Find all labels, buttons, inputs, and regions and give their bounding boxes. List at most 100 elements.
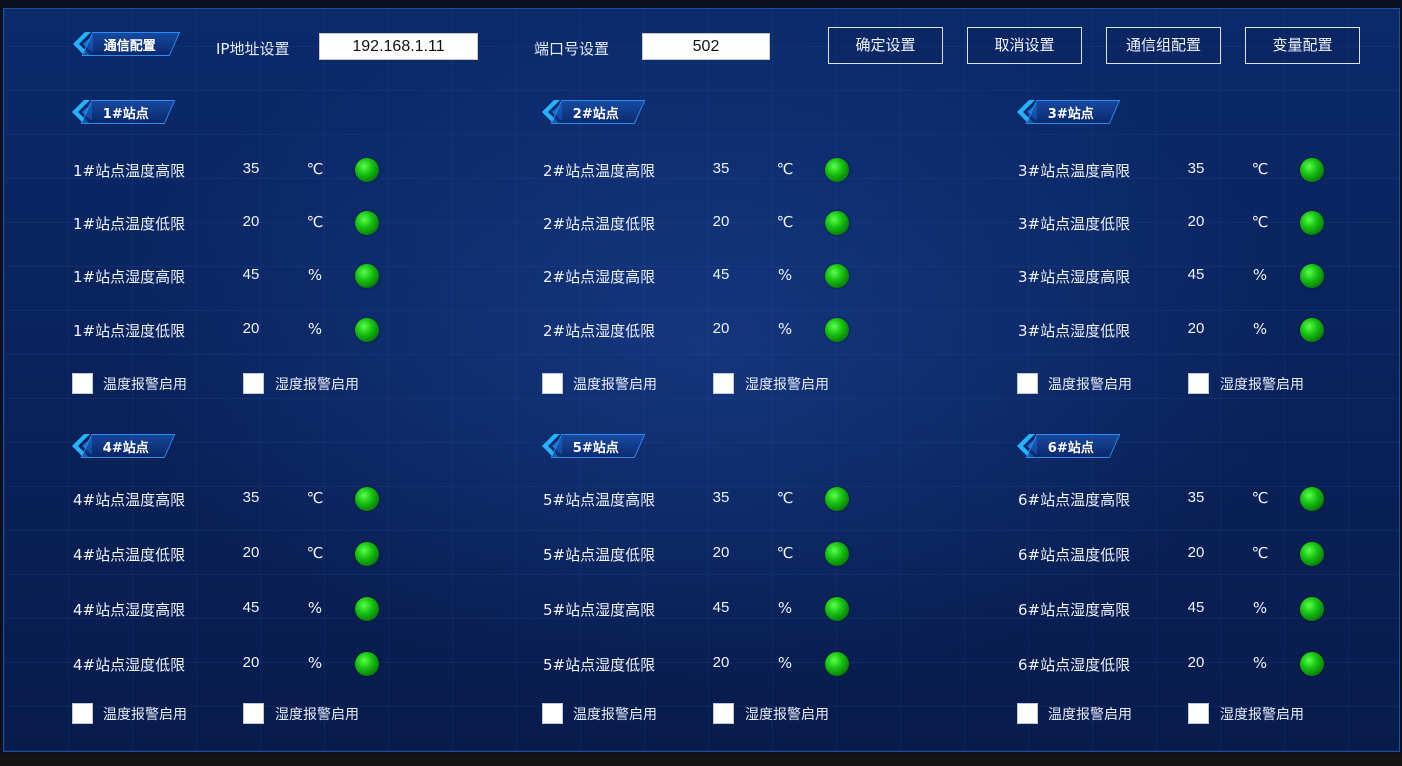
status-indicator-icon (825, 542, 849, 566)
setting-name: 5#站点温度低限 (543, 546, 656, 564)
humidity-alarm-checkbox[interactable] (713, 703, 734, 724)
status-indicator-icon (825, 597, 849, 621)
humidity-alarm-label: 湿度报警启用 (275, 377, 359, 393)
temp-alarm-checkbox[interactable] (542, 703, 563, 724)
humidity-alarm-label: 湿度报警启用 (1220, 707, 1304, 723)
setting-value[interactable]: 35 (1181, 489, 1211, 506)
setting-name: 1#站点温度低限 (73, 215, 186, 233)
status-indicator-icon (1300, 158, 1324, 182)
setting-unit: % (777, 320, 793, 338)
humidity-alarm-checkbox[interactable] (713, 373, 734, 394)
temp-alarm-checkbox[interactable] (72, 373, 93, 394)
humidity-alarm-label: 湿度报警启用 (745, 377, 829, 393)
status-indicator-icon (825, 487, 849, 511)
setting-value[interactable]: 20 (1181, 320, 1211, 337)
setting-value[interactable]: 45 (706, 266, 736, 283)
setting-value[interactable]: 45 (706, 599, 736, 616)
setting-value[interactable]: 20 (236, 320, 266, 337)
temp-alarm-label: 温度报警启用 (573, 707, 657, 723)
setting-unit: ℃ (1251, 213, 1269, 231)
status-indicator-icon (355, 158, 379, 182)
setting-value[interactable]: 35 (236, 160, 266, 177)
setting-value[interactable]: 35 (1181, 160, 1211, 177)
status-indicator-icon (825, 211, 849, 235)
temp-alarm-checkbox[interactable] (542, 373, 563, 394)
status-indicator-icon (355, 542, 379, 566)
humidity-alarm-checkbox[interactable] (243, 703, 264, 724)
setting-unit: % (307, 654, 323, 672)
setting-name: 6#站点湿度高限 (1018, 601, 1131, 619)
humidity-alarm-checkbox[interactable] (1188, 703, 1209, 724)
setting-value[interactable]: 45 (1181, 266, 1211, 283)
setting-unit: ℃ (776, 160, 794, 178)
temp-alarm-label: 温度报警启用 (103, 707, 187, 723)
setting-value[interactable]: 35 (706, 160, 736, 177)
station-5-tag: 5#站点 (540, 433, 646, 459)
setting-name: 2#站点湿度低限 (543, 322, 656, 340)
setting-unit: % (307, 320, 323, 338)
variable-config-button[interactable]: 变量配置 (1245, 27, 1360, 64)
status-indicator-icon (355, 652, 379, 676)
setting-name: 6#站点湿度低限 (1018, 656, 1131, 674)
humidity-alarm-label: 湿度报警启用 (275, 707, 359, 723)
setting-name: 1#站点温度高限 (73, 162, 186, 180)
humidity-alarm-checkbox[interactable] (243, 373, 264, 394)
comm-config-tag-label: 通信配置 (104, 38, 157, 54)
setting-value[interactable]: 20 (1181, 544, 1211, 561)
station-title: 4#站点 (103, 440, 149, 456)
humidity-alarm-checkbox[interactable] (1188, 373, 1209, 394)
status-indicator-icon (825, 158, 849, 182)
ip-label: IP地址设置 (216, 40, 290, 58)
setting-value[interactable]: 20 (236, 213, 266, 230)
setting-value[interactable]: 45 (236, 599, 266, 616)
setting-value[interactable]: 35 (236, 489, 266, 506)
setting-value[interactable]: 20 (1181, 213, 1211, 230)
setting-name: 5#站点湿度低限 (543, 656, 656, 674)
setting-name: 4#站点温度低限 (73, 546, 186, 564)
setting-name: 3#站点湿度高限 (1018, 268, 1131, 286)
station-title: 1#站点 (103, 106, 149, 122)
setting-value[interactable]: 45 (1181, 599, 1211, 616)
status-indicator-icon (1300, 264, 1324, 288)
bottom-strip (0, 753, 1402, 766)
setting-unit: % (777, 599, 793, 617)
status-indicator-icon (1300, 542, 1324, 566)
setting-unit: ℃ (306, 544, 324, 562)
setting-name: 6#站点温度高限 (1018, 491, 1131, 509)
station-title: 3#站点 (1048, 106, 1094, 122)
setting-unit: % (307, 599, 323, 617)
setting-name: 2#站点湿度高限 (543, 268, 656, 286)
station-title: 2#站点 (573, 106, 619, 122)
status-indicator-icon (355, 597, 379, 621)
temp-alarm-label: 温度报警启用 (1048, 707, 1132, 723)
status-indicator-icon (825, 652, 849, 676)
setting-value[interactable]: 20 (706, 213, 736, 230)
confirm-settings-button[interactable]: 确定设置 (828, 27, 943, 64)
port-input[interactable]: 502 (642, 33, 770, 60)
temp-alarm-checkbox[interactable] (72, 703, 93, 724)
humidity-alarm-label: 湿度报警启用 (745, 707, 829, 723)
setting-value[interactable]: 20 (706, 544, 736, 561)
temp-alarm-checkbox[interactable] (1017, 703, 1038, 724)
temp-alarm-checkbox[interactable] (1017, 373, 1038, 394)
setting-value[interactable]: 45 (236, 266, 266, 283)
setting-unit: ℃ (776, 544, 794, 562)
comm-group-config-button[interactable]: 通信组配置 (1106, 27, 1221, 64)
setting-value[interactable]: 20 (1181, 654, 1211, 671)
setting-value[interactable]: 20 (706, 654, 736, 671)
temp-alarm-label: 温度报警启用 (573, 377, 657, 393)
setting-value[interactable]: 20 (236, 544, 266, 561)
setting-value[interactable]: 20 (236, 654, 266, 671)
setting-unit: ℃ (776, 213, 794, 231)
setting-value[interactable]: 35 (706, 489, 736, 506)
setting-name: 4#站点温度高限 (73, 491, 186, 509)
status-indicator-icon (355, 211, 379, 235)
ip-address-input[interactable]: 192.168.1.11 (319, 33, 478, 60)
setting-value[interactable]: 20 (706, 320, 736, 337)
station-4-tag: 4#站点 (70, 433, 176, 459)
station-6-tag: 6#站点 (1015, 433, 1121, 459)
setting-name: 2#站点温度高限 (543, 162, 656, 180)
setting-unit: ℃ (306, 489, 324, 507)
temp-alarm-label: 温度报警启用 (103, 377, 187, 393)
cancel-settings-button[interactable]: 取消设置 (967, 27, 1082, 64)
